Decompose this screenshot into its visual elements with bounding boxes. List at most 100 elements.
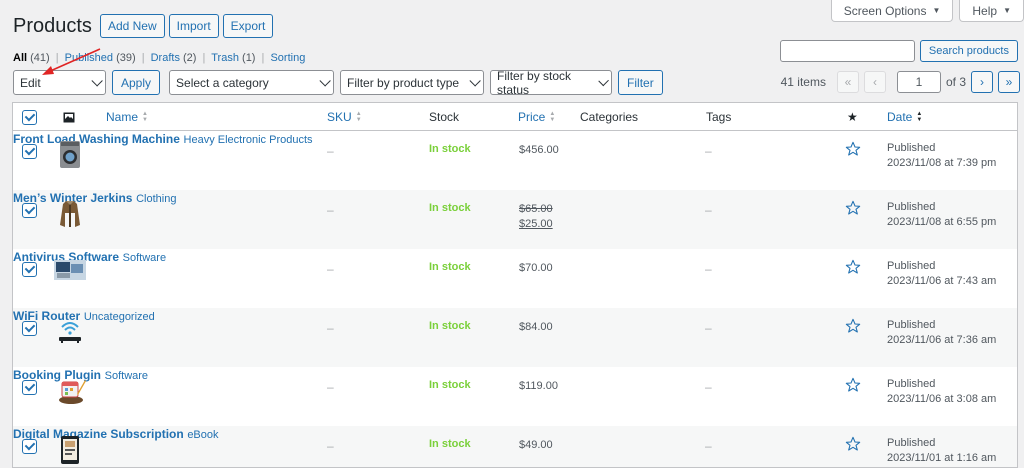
- table-row: Digital Magazine Subscription – In stock…: [13, 426, 1017, 467]
- featured-star-icon[interactable]: ★: [847, 103, 858, 131]
- jacket-icon: [57, 199, 83, 229]
- row-checkbox[interactable]: [22, 203, 37, 218]
- filter-button[interactable]: Filter: [618, 70, 663, 95]
- price-cell: $456.00: [519, 144, 559, 156]
- add-new-button[interactable]: Add New: [99, 14, 165, 38]
- date-cell: Published 2023/11/06 at 7:36 am: [887, 319, 997, 346]
- category-link[interactable]: Clothing: [136, 193, 176, 205]
- stock-status: In stock: [429, 143, 471, 155]
- row-checkbox[interactable]: [22, 439, 37, 454]
- caret-down-icon: ▼: [932, 6, 941, 15]
- row-checkbox[interactable]: [22, 262, 37, 277]
- column-categories: Categories: [580, 110, 639, 124]
- column-tags: Tags: [706, 110, 732, 124]
- sku-cell: –: [327, 262, 334, 276]
- date-cell: Published 2023/11/08 at 6:55 pm: [887, 201, 997, 228]
- export-button[interactable]: Export: [222, 14, 274, 38]
- price-cell: $49.00: [519, 439, 553, 451]
- prev-page-button[interactable]: ‹: [863, 71, 886, 93]
- date-cell: Published 2023/11/06 at 7:43 am: [887, 260, 997, 287]
- row-checkbox[interactable]: [22, 321, 37, 336]
- product-type-select[interactable]: Filter by product type: [340, 70, 485, 95]
- view-all[interactable]: All: [13, 52, 27, 64]
- caret-down-icon: ▼: [1003, 6, 1011, 15]
- column-name[interactable]: Name ▲ ▼: [106, 103, 148, 131]
- view-sorting[interactable]: Sorting: [270, 52, 305, 64]
- pagination: 41 items « ‹ 1 of 3 › »: [781, 71, 1020, 93]
- column-stock: Stock: [429, 110, 460, 124]
- column-date[interactable]: Date ▲ ▼: [887, 103, 922, 131]
- category-link[interactable]: Software: [123, 252, 166, 264]
- calendar-icon: [57, 376, 86, 406]
- view-drafts[interactable]: Drafts: [151, 52, 180, 64]
- table-row: Antivirus Software – In stock $70.00 Sof…: [13, 249, 1017, 308]
- table-row: Men’s Winter Jerkins – In stock $65.00 $2…: [13, 190, 1017, 249]
- star-outline-icon[interactable]: [845, 377, 861, 396]
- first-page-button[interactable]: «: [836, 71, 859, 93]
- price-cell: $65.00 $25.00: [519, 203, 553, 230]
- select-all-checkbox[interactable]: [22, 103, 37, 131]
- product-name-link[interactable]: Digital Magazine Subscription: [13, 427, 184, 441]
- category-link[interactable]: Uncategorized: [84, 311, 155, 323]
- page-title: Products: [13, 14, 92, 37]
- sku-cell: –: [327, 203, 334, 217]
- stock-status: In stock: [429, 202, 471, 214]
- last-page-button[interactable]: »: [998, 71, 1020, 93]
- search-box: Search products: [779, 40, 1018, 62]
- tags-cell: –: [705, 321, 712, 335]
- star-outline-icon[interactable]: [845, 436, 861, 455]
- sort-icon: ▲ ▼: [355, 111, 362, 123]
- washing-machine-icon: [57, 140, 83, 170]
- star-outline-icon[interactable]: [845, 318, 861, 337]
- search-products-button[interactable]: Search products: [919, 40, 1018, 62]
- category-link[interactable]: Heavy Electronic Products: [184, 134, 313, 146]
- price-cell: $70.00: [519, 262, 553, 274]
- date-cell: Published 2023/11/01 at 1:16 am: [887, 437, 997, 464]
- category-select[interactable]: Select a category: [169, 70, 335, 95]
- chevron-down-icon: [598, 75, 609, 86]
- tags-cell: –: [705, 262, 712, 276]
- stock-status: In stock: [429, 320, 471, 332]
- tablenav-top: Edit Apply Select a category Filter by p…: [13, 69, 663, 97]
- sort-desc-icon: ▲ ▼: [916, 111, 923, 123]
- tablet-icon: [57, 435, 83, 465]
- star-outline-icon[interactable]: [845, 200, 861, 219]
- screen-options-button[interactable]: Screen Options ▼: [830, 0, 954, 22]
- table-header: Name ▲ ▼ SKU ▲ ▼ Stock Price ▲ ▼ Categories…: [13, 103, 1017, 131]
- column-sku[interactable]: SKU ▲ ▼: [327, 103, 362, 131]
- category-link[interactable]: Software: [105, 370, 148, 382]
- price-cell: $119.00: [519, 380, 558, 392]
- price-cell: $84.00: [519, 321, 553, 333]
- sku-cell: –: [327, 380, 334, 394]
- date-cell: Published 2023/11/08 at 7:39 pm: [887, 142, 997, 169]
- apply-button[interactable]: Apply: [112, 70, 161, 95]
- column-price[interactable]: Price ▲ ▼: [518, 103, 555, 131]
- sku-cell: –: [327, 144, 334, 158]
- screen-meta: Screen Options ▼ Help ▼: [830, 0, 1024, 22]
- view-trash[interactable]: Trash: [211, 52, 239, 64]
- help-button[interactable]: Help ▼: [959, 0, 1024, 22]
- tags-cell: –: [705, 439, 712, 453]
- stock-status: In stock: [429, 261, 471, 273]
- row-checkbox[interactable]: [22, 144, 37, 159]
- category-link[interactable]: eBook: [187, 429, 218, 441]
- title-row: Products Add New Import Export: [13, 14, 277, 38]
- table-row: Front Load Washing Machine – In stock $4…: [13, 131, 1017, 190]
- star-outline-icon[interactable]: [845, 141, 861, 160]
- row-checkbox[interactable]: [22, 380, 37, 395]
- table-row: WiFi Router – In stock $84.00 Uncategori…: [13, 308, 1017, 367]
- product-name-link[interactable]: Front Load Washing Machine: [13, 132, 180, 146]
- sku-cell: –: [327, 439, 334, 453]
- next-page-button[interactable]: ›: [971, 71, 993, 93]
- table-row: Booking Plugin – In stock $119.00 Softwa…: [13, 367, 1017, 426]
- item-count: 41 items: [780, 75, 826, 89]
- stock-status-select[interactable]: Filter by stock status: [490, 69, 613, 97]
- stock-status: In stock: [429, 438, 471, 450]
- total-pages: of 3: [945, 75, 966, 89]
- star-outline-icon[interactable]: [845, 259, 861, 278]
- current-page-input[interactable]: 1: [896, 71, 941, 93]
- search-input[interactable]: [779, 40, 915, 62]
- tags-cell: –: [705, 203, 712, 217]
- import-button[interactable]: Import: [168, 14, 219, 38]
- laptop-icon: [53, 258, 87, 288]
